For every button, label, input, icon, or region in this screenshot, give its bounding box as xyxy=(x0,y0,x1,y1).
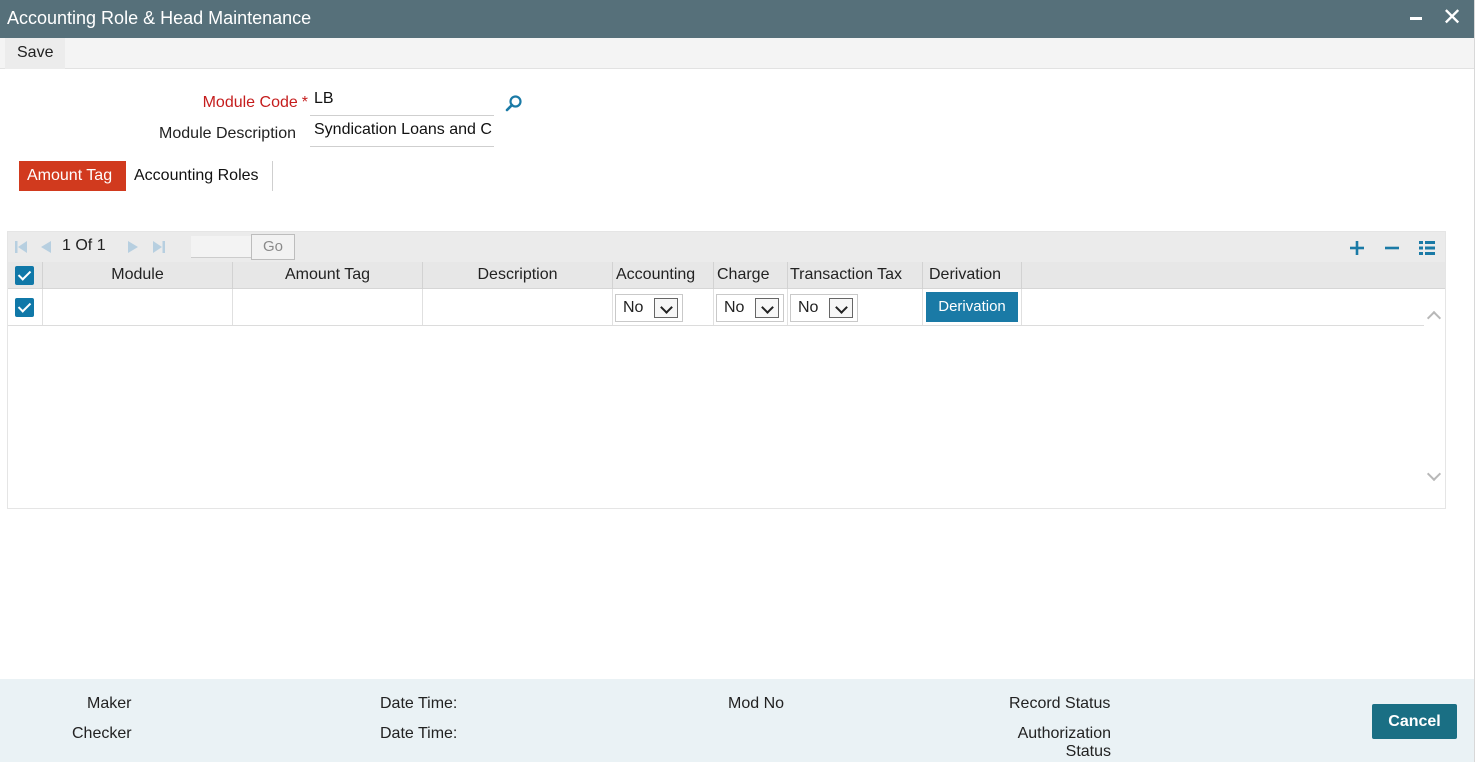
checker-date-time-label: Date Time: xyxy=(380,725,458,742)
close-glyph: ✕ xyxy=(1442,4,1463,31)
save-button[interactable]: Save xyxy=(5,38,66,69)
row-checkbox[interactable] xyxy=(15,298,34,317)
column-header-module[interactable]: Module xyxy=(43,262,233,289)
cell-amount-tag[interactable] xyxy=(233,289,423,325)
amount-tag-grid: 1 Of 1 Go Module Amount Tag Description … xyxy=(7,231,1446,509)
audit-footer: Maker Date Time: Mod No Record Status Ch… xyxy=(0,679,1474,762)
next-page-icon[interactable] xyxy=(125,239,141,255)
current-page: 1 xyxy=(62,237,71,254)
window-right-edge xyxy=(1474,0,1479,762)
minimize-icon[interactable] xyxy=(1402,4,1430,32)
charge-select[interactable]: No xyxy=(716,294,784,322)
page-number-input[interactable] xyxy=(191,236,251,258)
window-titlebar: Accounting Role & Head Maintenance ✕ xyxy=(0,0,1474,38)
last-page-icon[interactable] xyxy=(151,239,167,255)
chevron-down-icon xyxy=(654,298,678,318)
module-description-input[interactable]: Syndication Loans and C xyxy=(310,119,494,147)
column-header-amount-tag[interactable]: Amount Tag xyxy=(233,262,423,289)
window-title: Accounting Role & Head Maintenance xyxy=(7,8,312,28)
first-page-icon[interactable] xyxy=(13,239,29,255)
module-code-input[interactable]: LB xyxy=(310,88,494,116)
header-select-cell xyxy=(8,262,43,289)
cell-derivation: Derivation xyxy=(923,289,1022,325)
maker-label: Maker xyxy=(87,695,132,712)
module-code-label-text: Module Code xyxy=(202,94,298,111)
column-header-transaction-tax[interactable]: Transaction Tax xyxy=(788,262,923,289)
tab-amount-tag[interactable]: Amount Tag xyxy=(19,161,126,191)
mod-no-label: Mod No xyxy=(728,695,785,712)
scroll-up-icon[interactable] xyxy=(1426,310,1442,326)
checker-label: Checker xyxy=(72,725,132,742)
column-header-description[interactable]: Description xyxy=(423,262,613,289)
cell-description[interactable] xyxy=(423,289,613,325)
menu-bar: Save xyxy=(0,38,1474,69)
search-icon[interactable] xyxy=(505,94,523,112)
authorization-status-line2: Status xyxy=(1065,743,1111,760)
grid-scrollbar[interactable] xyxy=(1424,289,1445,508)
module-description-label: Module Description xyxy=(159,125,296,142)
close-icon[interactable]: ✕ xyxy=(1440,4,1468,32)
minimize-bar xyxy=(1410,17,1422,20)
page-of-label: Of xyxy=(75,237,93,254)
required-star: * xyxy=(301,94,308,111)
total-pages: 1 xyxy=(96,237,106,254)
derivation-button[interactable]: Derivation xyxy=(926,292,1018,322)
page-indicator: 1 Of 1 xyxy=(62,237,106,255)
scroll-down-icon[interactable] xyxy=(1426,466,1442,482)
cancel-button[interactable]: Cancel xyxy=(1372,704,1457,739)
authorization-status-label: Authorization Status xyxy=(990,725,1111,761)
column-header-accounting[interactable]: Accounting xyxy=(613,262,714,289)
accounting-value: No xyxy=(623,299,644,316)
cell-accounting: No xyxy=(613,289,714,325)
tab-accounting-roles[interactable]: Accounting Roles xyxy=(126,161,273,191)
go-button[interactable]: Go xyxy=(251,234,295,260)
maker-date-time-label: Date Time: xyxy=(380,695,458,712)
column-header-derivation[interactable]: Derivation xyxy=(923,262,1022,289)
grid-header-row: Module Amount Tag Description Accounting… xyxy=(8,262,1445,289)
transaction-tax-value: No xyxy=(798,299,819,316)
charge-value: No xyxy=(724,299,745,316)
select-all-checkbox[interactable] xyxy=(15,266,34,285)
delete-row-icon[interactable] xyxy=(1381,237,1403,259)
table-row: No No No Derivation xyxy=(8,289,1424,326)
grid-toolbar: 1 Of 1 Go xyxy=(8,232,1445,262)
chevron-down-icon xyxy=(755,298,779,318)
chevron-down-icon xyxy=(829,298,853,318)
add-row-icon[interactable] xyxy=(1346,237,1368,259)
module-code-label: Module Code * xyxy=(150,94,308,112)
list-view-icon[interactable] xyxy=(1416,237,1438,259)
transaction-tax-select[interactable]: No xyxy=(790,294,858,322)
cell-charge: No xyxy=(714,289,788,325)
cell-module[interactable] xyxy=(43,289,233,325)
record-status-label: Record Status xyxy=(1009,695,1111,712)
column-header-charge[interactable]: Charge xyxy=(714,262,788,289)
cell-transaction-tax: No xyxy=(788,289,923,325)
authorization-status-line1: Authorization xyxy=(1017,725,1111,742)
accounting-select[interactable]: No xyxy=(615,294,683,322)
row-select-cell xyxy=(8,289,43,325)
previous-page-icon[interactable] xyxy=(38,239,54,255)
